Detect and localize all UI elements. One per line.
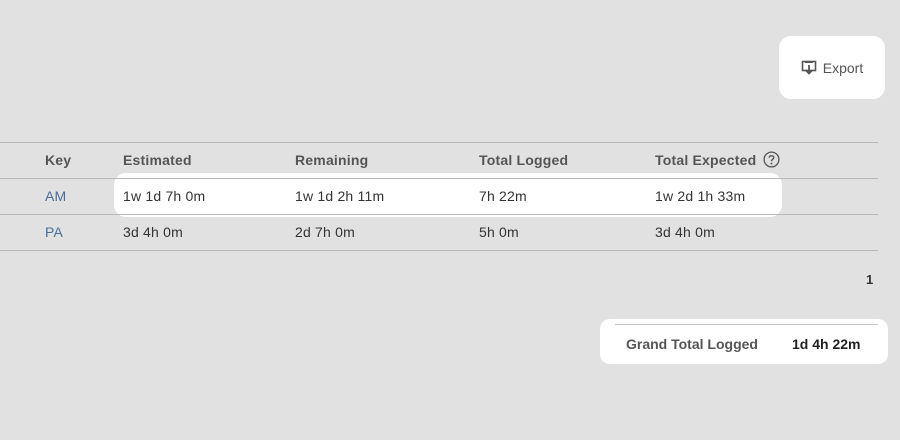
help-icon[interactable] <box>763 146 780 168</box>
grand-total-value: 1d 4h 22m <box>792 336 861 352</box>
total-expected-cell: 3d 4h 0m <box>655 224 715 240</box>
table-row: AM 1w 1d 7h 0m 1w 1d 2h 11m 7h 22m 1w 2d… <box>0 179 878 215</box>
export-label: Export <box>822 59 864 76</box>
total-expected-cell: 1w 2d 1h 33m <box>655 188 746 204</box>
column-header-remaining[interactable]: Remaining <box>295 143 368 178</box>
remaining-cell: 2d 7h 0m <box>295 224 355 240</box>
grand-total-divider <box>615 324 878 325</box>
grand-total-label: Grand Total Logged <box>626 336 758 352</box>
column-header-estimated[interactable]: Estimated <box>123 143 192 178</box>
column-header-total-expected[interactable]: Total Expected <box>655 143 780 178</box>
issue-key-link[interactable]: AM <box>45 179 66 214</box>
export-button[interactable]: Export <box>779 36 885 99</box>
estimated-cell: 1w 1d 7h 0m <box>123 188 206 204</box>
table-header-row: Key Estimated Remaining Total Logged Tot… <box>0 142 878 179</box>
worklog-table: Key Estimated Remaining Total Logged Tot… <box>0 142 878 251</box>
pagination-page-1[interactable]: 1 <box>866 272 873 287</box>
column-header-total-logged[interactable]: Total Logged <box>479 143 568 178</box>
table-row: PA 3d 4h 0m 2d 7h 0m 5h 0m 3d 4h 0m <box>0 215 878 251</box>
download-icon <box>801 60 817 76</box>
remaining-cell: 1w 1d 2h 11m <box>295 188 385 204</box>
column-header-key[interactable]: Key <box>45 143 71 178</box>
estimated-cell: 3d 4h 0m <box>123 224 183 240</box>
column-header-total-expected-label: Total Expected <box>655 152 757 168</box>
total-logged-cell: 5h 0m <box>479 224 519 240</box>
total-logged-cell: 7h 22m <box>479 188 527 204</box>
issue-key-link[interactable]: PA <box>45 215 63 250</box>
